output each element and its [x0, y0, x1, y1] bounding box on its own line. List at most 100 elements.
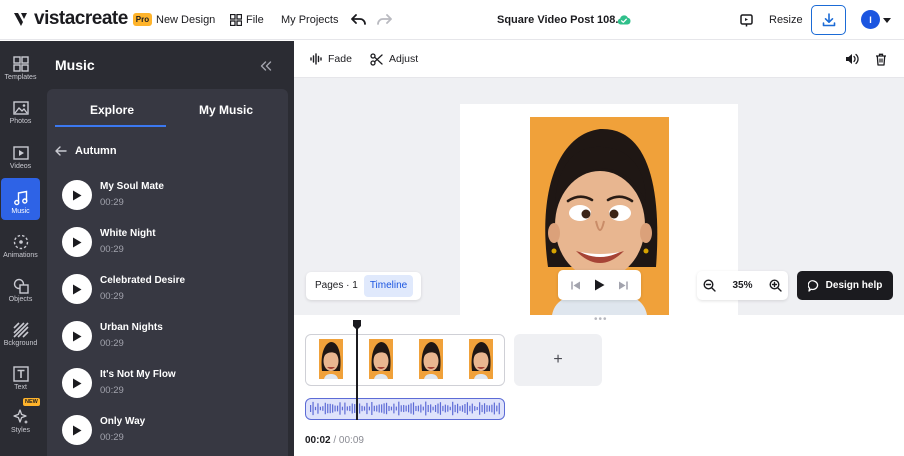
playhead-handle[interactable]	[352, 320, 362, 330]
download-button[interactable]	[811, 5, 846, 35]
track-play-button[interactable]	[62, 415, 92, 445]
rail-item-background[interactable]: Bckground	[0, 310, 41, 352]
undo-icon	[350, 14, 366, 25]
waveform-bar	[395, 406, 397, 411]
waveform-bar	[368, 406, 370, 411]
track-name: My Soul Mate	[100, 181, 164, 192]
zoom-level[interactable]: 35%	[732, 280, 752, 291]
new-design-button[interactable]: New Design	[156, 13, 215, 27]
waveform-bar	[491, 404, 493, 413]
track-item[interactable]: White Night 00:29	[62, 225, 282, 259]
track-item[interactable]: It's Not My Flow 00:29	[62, 366, 282, 400]
tab-explore[interactable]: Explore	[90, 103, 134, 117]
track-play-button[interactable]	[62, 227, 92, 257]
design-help-button[interactable]: Design help	[797, 271, 893, 300]
waveform-bar	[322, 406, 324, 411]
rail-item-animations[interactable]: Animations	[0, 222, 41, 264]
track-item[interactable]: Celebrated Desire 00:29	[62, 272, 282, 306]
my-projects-button[interactable]: My Projects	[281, 13, 338, 27]
waveform-bar	[420, 404, 422, 413]
track-play-button[interactable]	[62, 321, 92, 351]
delete-button[interactable]	[874, 52, 888, 66]
fade-icon	[310, 53, 322, 65]
skip-forward-icon[interactable]	[618, 281, 629, 290]
waveform-bar	[425, 401, 427, 416]
play-icon[interactable]	[594, 279, 605, 291]
waveform-bar	[483, 403, 486, 414]
rail-item-music[interactable]: Music	[1, 178, 40, 220]
waveform-bar	[434, 405, 437, 412]
design-help-label: Design help	[825, 280, 883, 291]
track-item[interactable]: Urban Nights 00:29	[62, 319, 282, 353]
volume-button[interactable]	[844, 52, 860, 66]
zoom-out-icon[interactable]	[703, 279, 716, 292]
vistacreate-logo[interactable]: vistacreate Pro	[12, 8, 153, 29]
waveform-bar	[459, 406, 461, 411]
present-button[interactable]	[738, 12, 754, 28]
skip-back-icon[interactable]	[570, 281, 581, 290]
file-menu-button[interactable]: File	[230, 13, 264, 27]
adjust-button[interactable]: Adjust	[370, 52, 418, 66]
play-icon	[73, 331, 82, 341]
time-readout: 00:02 / 00:09	[305, 435, 364, 447]
tab-my-music[interactable]: My Music	[199, 103, 253, 117]
templates-icon	[12, 56, 29, 72]
track-name: White Night	[100, 228, 156, 239]
play-icon	[73, 425, 82, 435]
resize-button[interactable]: Resize	[769, 13, 803, 27]
trash-icon	[876, 53, 886, 66]
track-item[interactable]: Only Way 00:29	[62, 413, 282, 447]
logo-text: vistacreate	[34, 8, 128, 29]
redo-icon	[376, 14, 392, 25]
waveform-bar	[496, 405, 498, 412]
audio-track[interactable]	[305, 398, 505, 420]
waveform-bar	[371, 401, 373, 416]
collapse-panel-button[interactable]	[260, 58, 272, 76]
account-menu-button[interactable]	[882, 15, 892, 25]
cloud-check-icon	[617, 14, 631, 24]
waveform-bar	[319, 406, 321, 411]
add-clip-button[interactable]: +	[514, 334, 602, 386]
adjust-label: Adjust	[389, 53, 419, 65]
user-avatar[interactable]: I	[861, 10, 880, 29]
document-title[interactable]: Square Video Post 108...	[497, 13, 625, 27]
rail-item-videos[interactable]: Videos	[0, 133, 41, 175]
track-play-button[interactable]	[62, 274, 92, 304]
waveform-bar	[442, 405, 444, 412]
fade-button[interactable]: Fade	[310, 52, 352, 66]
pages-toggle[interactable]: Pages · 1	[309, 275, 364, 297]
clip-thumbnail	[469, 339, 493, 379]
waveform-bar	[476, 406, 478, 411]
zoom-in-icon[interactable]	[769, 279, 782, 292]
timeline-toggle[interactable]: Timeline	[363, 275, 414, 297]
rail-item-text[interactable]: Text	[0, 354, 41, 396]
waveform-bar	[393, 403, 395, 414]
waveform-bar	[390, 406, 393, 411]
total-time: 00:09	[338, 435, 364, 446]
waveform-bar	[346, 406, 348, 411]
track-item[interactable]: My Soul Mate 00:29	[62, 178, 282, 212]
track-play-button[interactable]	[62, 368, 92, 398]
undo-button[interactable]	[350, 12, 366, 28]
rail-item-templates[interactable]: Templates	[0, 44, 41, 86]
active-tab-indicator	[55, 125, 166, 127]
back-to-categories-button[interactable]: Autumn	[55, 144, 117, 158]
rail-item-styles[interactable]: NEW Styles	[0, 397, 41, 439]
music-icon	[13, 190, 28, 206]
track-name: Celebrated Desire	[100, 275, 186, 286]
music-browser: Explore My Music Autumn My Soul Mate 00:…	[47, 89, 288, 456]
resize-grip-handle[interactable]: •••	[594, 315, 608, 325]
background-icon	[12, 322, 29, 338]
waveform-bar	[412, 402, 415, 415]
waveform-bar	[359, 403, 361, 414]
rail-item-photos[interactable]: Photos	[0, 88, 41, 130]
photos-icon	[12, 101, 29, 115]
video-clip-track[interactable]	[305, 334, 505, 386]
redo-button[interactable]	[376, 12, 392, 28]
waveform-bar	[471, 403, 473, 414]
track-play-button[interactable]	[62, 180, 92, 210]
track-duration: 00:29	[100, 338, 124, 349]
play-icon	[73, 378, 82, 388]
waveform-bar	[452, 401, 454, 416]
rail-item-objects[interactable]: Objects	[0, 266, 41, 308]
